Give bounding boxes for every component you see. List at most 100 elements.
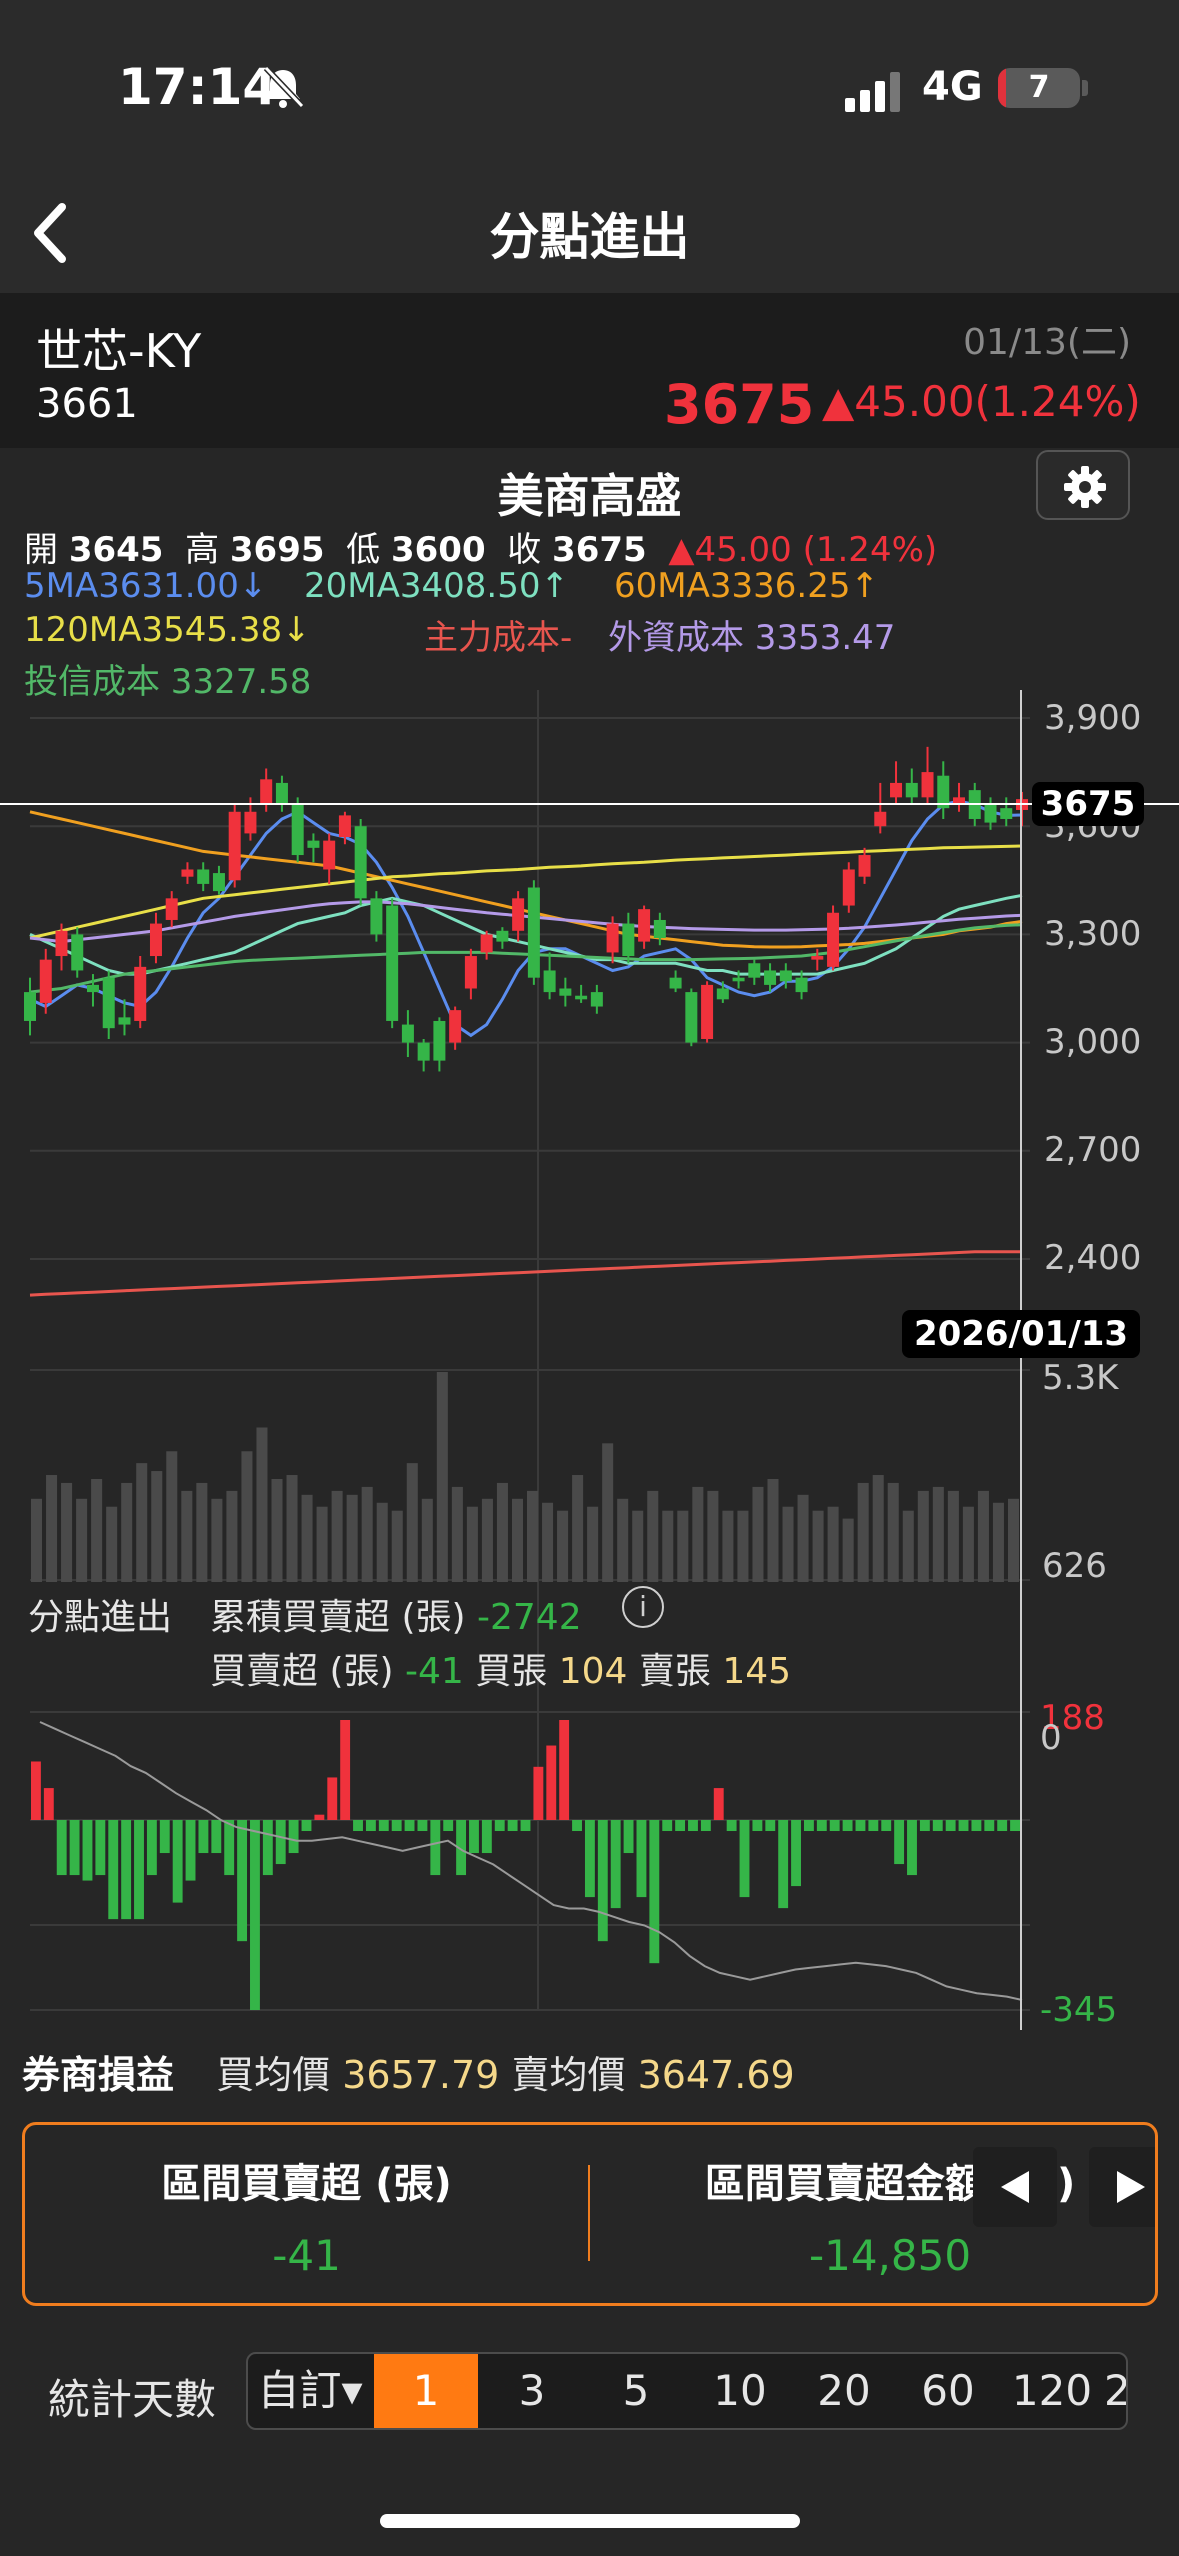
volume-bar bbox=[421, 1498, 433, 1582]
day-option-10[interactable]: 10 bbox=[688, 2354, 792, 2428]
ohlc-change: ▲45.00 (1.24%) bbox=[668, 530, 938, 570]
net-value: -41 bbox=[405, 1651, 464, 1692]
candle-body bbox=[716, 988, 729, 1000]
sell-value: 145 bbox=[722, 1651, 792, 1692]
flow-bar-sell bbox=[159, 1820, 170, 1854]
chart-area[interactable] bbox=[0, 690, 1179, 2030]
flow-bar-sell bbox=[520, 1820, 531, 1832]
flow-bar-sell bbox=[275, 1820, 286, 1865]
volume-bar bbox=[46, 1475, 58, 1582]
flow-bar-buy bbox=[533, 1766, 544, 1820]
signal-icon bbox=[845, 72, 900, 112]
candle-body bbox=[71, 934, 84, 971]
low-label: 低 bbox=[346, 530, 381, 570]
price-tick: 3,900 bbox=[1044, 698, 1142, 738]
day-option-120[interactable]: 120 bbox=[1000, 2354, 1104, 2428]
candle-body bbox=[433, 1020, 446, 1061]
flow-bar-sell bbox=[662, 1820, 673, 1832]
ma5-legend: 5MA3631.00↓ bbox=[24, 566, 268, 606]
volume-bar bbox=[767, 1478, 779, 1582]
flow-bar-sell bbox=[198, 1820, 209, 1854]
next-button[interactable] bbox=[1089, 2147, 1155, 2227]
flow-bar-sell bbox=[675, 1820, 686, 1832]
day-option-20[interactable]: 20 bbox=[792, 2354, 896, 2428]
flow-bar-sell bbox=[984, 1820, 995, 1832]
day-option-5[interactable]: 5 bbox=[584, 2354, 688, 2428]
info-icon[interactable]: i bbox=[622, 1586, 664, 1628]
day-option-more[interactable]: 2 bbox=[1104, 2354, 1126, 2428]
day-option-60[interactable]: 60 bbox=[896, 2354, 1000, 2428]
flow-bar-buy bbox=[559, 1720, 570, 1820]
buy-value: 104 bbox=[558, 1651, 628, 1692]
flow-bar-sell bbox=[958, 1820, 969, 1832]
high-value: 3695 bbox=[229, 530, 325, 570]
candle-body bbox=[653, 919, 666, 939]
flow-bar-sell bbox=[803, 1820, 814, 1832]
volume-bar bbox=[887, 1482, 899, 1582]
volume-bar bbox=[31, 1498, 43, 1582]
flow-bar-sell bbox=[778, 1820, 789, 1909]
ma-line-4 bbox=[29, 900, 1023, 944]
flow-bar-sell bbox=[95, 1820, 106, 1876]
day-option-1[interactable]: 1 bbox=[374, 2354, 478, 2428]
volume-bar bbox=[241, 1451, 253, 1582]
volume-bar bbox=[707, 1490, 719, 1582]
candle-body bbox=[1000, 808, 1013, 819]
ma-lines bbox=[29, 799, 1023, 1297]
candle-body bbox=[291, 804, 304, 856]
candle-body bbox=[134, 966, 147, 1021]
volume-bar bbox=[496, 1482, 508, 1582]
flow-bar-sell bbox=[417, 1820, 428, 1832]
flow-bar-sell bbox=[481, 1820, 492, 1854]
flow-bar-sell bbox=[649, 1820, 660, 1964]
candle-body bbox=[827, 912, 840, 967]
broker-name[interactable]: 美商高盛 bbox=[0, 460, 1179, 526]
flow-bar-sell bbox=[971, 1820, 982, 1832]
volume-bar bbox=[632, 1510, 644, 1582]
flow-bar-sell bbox=[945, 1820, 956, 1832]
candlesticks bbox=[24, 746, 1028, 1072]
candle-body bbox=[890, 782, 903, 798]
volume-bar bbox=[827, 1506, 839, 1582]
candle-body bbox=[638, 909, 651, 942]
candle-body bbox=[606, 923, 619, 953]
volume-bar bbox=[947, 1490, 959, 1582]
flow-bar-sell bbox=[56, 1820, 67, 1876]
day-option-3[interactable]: 3 bbox=[480, 2354, 584, 2428]
price-tick: 3,000 bbox=[1044, 1022, 1142, 1062]
volume-bar bbox=[977, 1490, 989, 1582]
sell-avg-label: 賣均價 bbox=[511, 2053, 626, 2097]
flow-bar-sell bbox=[365, 1820, 376, 1832]
crosshair-price-tag: 3675 bbox=[1032, 782, 1144, 826]
cumulative-value: -2742 bbox=[477, 1597, 582, 1638]
day-option-custom[interactable]: 自訂▾ bbox=[248, 2354, 372, 2428]
candle-body bbox=[275, 782, 288, 805]
range-net-col: 區間買賣超 (張) -41 bbox=[25, 2151, 588, 2280]
candle-body bbox=[732, 977, 745, 982]
candle-body bbox=[338, 815, 351, 838]
candle-body bbox=[212, 873, 225, 892]
buy-label: 買張 bbox=[475, 1651, 548, 1692]
volume-bar bbox=[151, 1471, 163, 1582]
flow-bar-sell bbox=[404, 1820, 415, 1832]
flow-bar-sell bbox=[288, 1820, 299, 1854]
candle-body bbox=[24, 992, 36, 1021]
prev-button[interactable] bbox=[973, 2147, 1057, 2227]
flow-bar-sell bbox=[430, 1820, 441, 1876]
candle-body bbox=[779, 970, 792, 982]
stock-name: 世芯-KY bbox=[36, 324, 202, 378]
volume-bar bbox=[211, 1498, 223, 1582]
settings-button[interactable] bbox=[1036, 450, 1130, 520]
ohlc-row: 開 3645 高 3695 低 3600 收 3675 ▲45.00 (1.24… bbox=[24, 522, 937, 571]
volume-bar bbox=[602, 1443, 614, 1582]
volume-bar bbox=[271, 1478, 283, 1582]
close-label: 收 bbox=[507, 530, 542, 570]
flow-bar-buy bbox=[340, 1720, 351, 1820]
open-label: 開 bbox=[24, 530, 58, 570]
price-tick: 2,400 bbox=[1044, 1238, 1142, 1278]
ma20-legend: 20MA3408.50↑ bbox=[304, 566, 569, 606]
candle-body bbox=[55, 930, 68, 957]
ma60-legend: 60MA3336.25↑ bbox=[614, 566, 879, 606]
volume-bar bbox=[76, 1498, 88, 1582]
candle-body bbox=[118, 1017, 131, 1025]
